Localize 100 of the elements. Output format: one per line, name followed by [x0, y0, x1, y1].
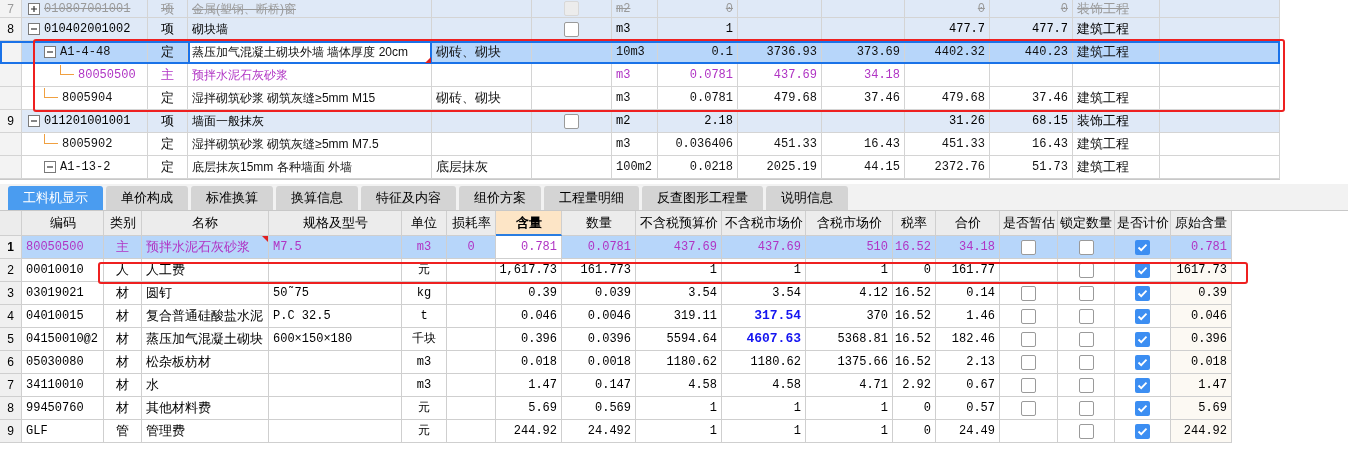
item-type: 定: [161, 135, 174, 154]
item-specialty: 装饰工程: [1077, 112, 1129, 131]
tab[interactable]: 单价构成: [106, 186, 188, 210]
item-type: 定: [161, 43, 174, 62]
checkbox[interactable]: [1021, 377, 1036, 393]
table-row[interactable]: 80050500 主 预拌水泥石灰砂浆 m3 0.0781 437.69 34.18: [0, 64, 1280, 87]
checkbox[interactable]: [1078, 354, 1094, 370]
table-cell-text: 元: [418, 400, 430, 417]
tab[interactable]: 组价方案: [459, 186, 541, 210]
checkbox[interactable]: [1135, 239, 1150, 255]
table-row[interactable]: 6 05030080 材 松杂板枋材 m3 0.018 0.0018 1180.62 1180.62 1375.66 16.52 2.13 0.018: [0, 351, 1232, 374]
checkbox[interactable]: [1135, 377, 1150, 393]
checkbox[interactable]: [1078, 400, 1094, 416]
checkbox[interactable]: [1135, 354, 1150, 370]
table-cell-text: 1: [880, 423, 888, 440]
table-cell-text: 3.54: [772, 285, 801, 302]
number-cell-text: 2.18: [704, 113, 733, 130]
collapse-icon[interactable]: [44, 161, 56, 173]
table-row[interactable]: 3 03019021 材 圆钉 50˜75 kg 0.39 0.039 3.54 3.54 4.12 16.52 0.14 0.39: [0, 282, 1232, 305]
checkbox[interactable]: [1078, 239, 1094, 255]
table-cell-text: 0.039: [595, 285, 631, 302]
item-specialty: 建筑工程: [1077, 135, 1129, 154]
tab[interactable]: 说明信息: [766, 186, 848, 210]
checkbox[interactable]: [1135, 331, 1150, 347]
number-cell-text: 437.69: [773, 67, 817, 84]
table-cell-text: 16.52: [895, 308, 931, 325]
number-cell-text: 37.46: [864, 90, 900, 107]
number-cell-text: 373.69: [856, 44, 900, 61]
tab[interactable]: 反查图形工程量: [642, 186, 763, 210]
table-cell-text: 2.13: [966, 354, 995, 371]
item-name: 蒸压加气混凝土砌块外墙 墙体厚度 20cm: [192, 44, 408, 61]
number-cell-text: 1: [725, 21, 733, 38]
item-unit: m2: [616, 113, 631, 130]
tab[interactable]: 工程量明细: [544, 186, 639, 210]
table-cell-text: 主: [116, 238, 129, 257]
collapse-icon[interactable]: [28, 23, 40, 35]
table-cell-text: 1: [880, 400, 888, 417]
table-cell-text: 0.046: [521, 308, 557, 325]
checkbox[interactable]: [1078, 331, 1094, 347]
table-row[interactable]: A1-13-2 定 底层抹灰15mm 各种墙面 外墙 底层抹灰 100m2 0.0218 2025.19 44.15 2372.76 51.73 建筑工程: [0, 156, 1280, 179]
tab[interactable]: 换算信息: [276, 186, 358, 210]
table-cell-text: 1.46: [966, 308, 995, 325]
tab[interactable]: 特征及内容: [361, 186, 456, 210]
item-code: 80050500: [78, 67, 136, 84]
checkbox[interactable]: [1135, 285, 1150, 301]
column-header[interactable]: 含量: [496, 211, 562, 236]
checkbox[interactable]: [1021, 308, 1036, 324]
table-row[interactable]: 8 010402001002 项 砌块墙 m3 1 477.7 477.7 建筑工程: [0, 18, 1280, 41]
checkbox[interactable]: [1021, 239, 1036, 255]
checkbox[interactable]: [1135, 400, 1150, 416]
table-row[interactable]: 8 99450760 材 其他材料费 元 5.69 0.569 1 1 1 0 0.57 5.69: [0, 397, 1232, 420]
table-row[interactable]: 8005902 定 湿拌砌筑砂浆 砌筑灰缝≥5mm M7.5 m3 0.036406 451.33 16.43 451.33 16.43 建筑工程: [0, 133, 1280, 156]
checkbox[interactable]: [564, 113, 579, 129]
checkbox[interactable]: [1135, 423, 1150, 439]
table-row[interactable]: 7 34110010 材 水 m3 1.47 0.147 4.58 4.58 4.71 2.92 0.67 1.47: [0, 374, 1232, 397]
checkbox[interactable]: [1078, 285, 1094, 301]
item-type: 项: [161, 112, 174, 131]
checkbox[interactable]: [1021, 354, 1036, 370]
collapse-icon[interactable]: [44, 46, 56, 58]
table-cell-text: 600×150×180: [273, 331, 353, 348]
table-cell-text: 161.773: [580, 262, 631, 279]
collapse-icon[interactable]: [28, 115, 40, 127]
table-cell-text: 0.0396: [587, 331, 631, 348]
checkbox[interactable]: [1021, 285, 1036, 301]
table-cell-text: 05030080: [26, 354, 84, 371]
table-cell-text: 1: [709, 400, 717, 417]
checkbox[interactable]: [564, 21, 579, 37]
checkbox[interactable]: [1078, 423, 1094, 439]
tab[interactable]: 标准换算: [191, 186, 273, 210]
item-unit: m3: [616, 21, 631, 38]
table-row[interactable]: 9 011201001001 项 墙面一般抹灰 m2 2.18 31.26 68.15 装饰工程: [0, 110, 1280, 133]
checkbox[interactable]: [1021, 331, 1036, 347]
number-cell-text: 44.15: [864, 159, 900, 176]
checkbox[interactable]: [1021, 400, 1036, 416]
table-row[interactable]: A1-4-48 定 蒸压加气混凝土砌块外墙 墙体厚度 20cm 砌砖、砌块 10m3 0.1 3736.93 373.69 4402.32 440.23 建筑工程: [0, 41, 1280, 64]
number-cell-text: 2372.76: [934, 159, 985, 176]
number-cell-text: 34.18: [864, 67, 900, 84]
checkbox[interactable]: [1078, 377, 1094, 393]
table-cell-text: 人: [116, 261, 129, 280]
number-cell-text: 0.0781: [689, 90, 733, 107]
item-name: 墙面一般抹灰: [192, 113, 264, 130]
table-cell-text: 1: [793, 400, 801, 417]
table-cell-text: 0.046: [1191, 308, 1227, 325]
table-cell-text: 蒸压加气混凝土砌块: [146, 330, 263, 349]
item-unit: m2: [616, 0, 631, 17]
table-row[interactable]: 9 GLF 管 管理费 元 244.92 24.492 1 1 1 0 24.49 244.92: [0, 420, 1232, 443]
number-cell: 0: [977, 0, 985, 17]
number-cell-text: 451.33: [941, 136, 985, 153]
table-cell-text: 圆钉: [146, 284, 172, 303]
table-cell-text: 其他材料费: [146, 399, 211, 418]
table-cell-text: 0.147: [595, 377, 631, 394]
table-cell-text: 4.58: [772, 377, 801, 394]
checkbox[interactable]: [1135, 308, 1150, 324]
item-type: 项: [161, 20, 174, 39]
table-row[interactable]: 1 80050500 主 预拌水泥石灰砂浆 M7.5 m3 0 0.781 0.0781 437.69 437.69 510 16.52 34.18 0.781: [0, 236, 1232, 259]
table-row[interactable]: 4 04010015 材 复合普通硅酸盐水泥 P.C 32.5 t 0.046 0.0046 319.11 317.54 370 16.52 1.46 0.046: [0, 305, 1232, 328]
checkbox[interactable]: [1078, 308, 1094, 324]
table-cell-text: 材: [116, 284, 129, 303]
table-row[interactable]: 5 04150010@2 材 蒸压加气混凝土砌块 600×150×180 千块 0.396 0.0396 5594.64 4607.63 5368.81 16.52 182.46 0.396: [0, 328, 1232, 351]
table-cell-text: 元: [418, 262, 430, 279]
